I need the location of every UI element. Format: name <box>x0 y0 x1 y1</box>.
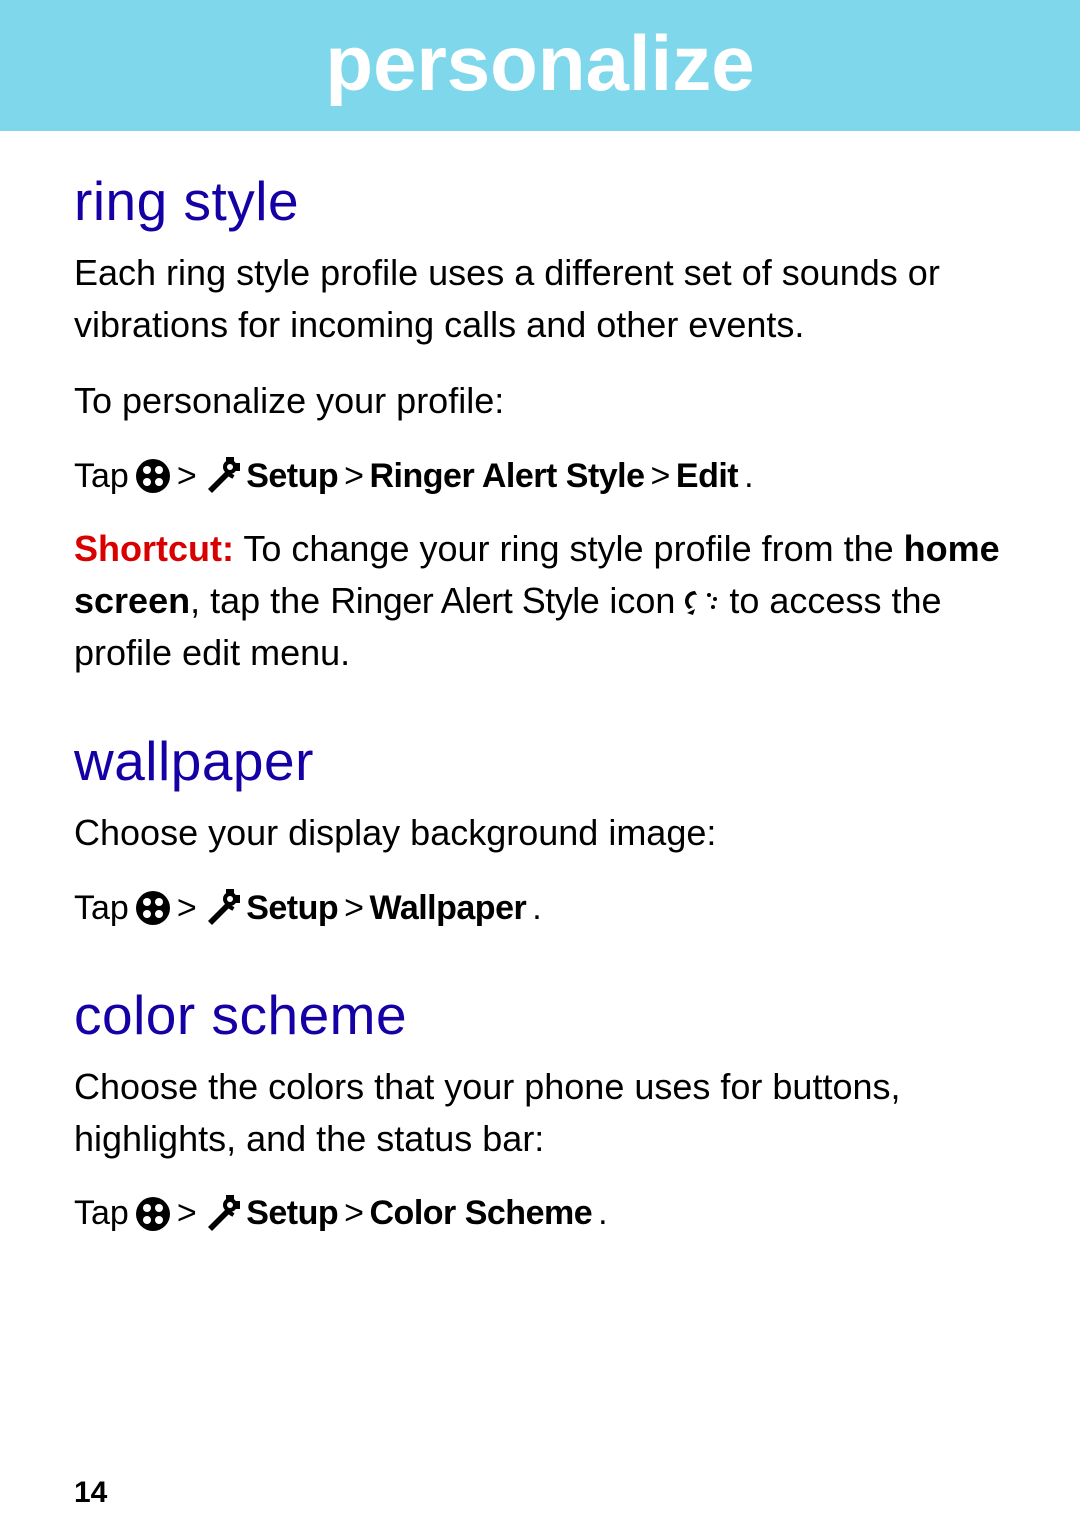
setup-label: Setup <box>246 884 338 933</box>
tap-label: Tap <box>74 452 129 501</box>
apps-icon <box>135 458 171 494</box>
shortcut-text: To change your ring style profile from t… <box>234 528 904 569</box>
page-banner: personalize <box>0 0 1080 131</box>
shortcut-text: icon <box>599 580 685 621</box>
setup-label: Setup <box>246 452 338 501</box>
heading-ring-style: ring style <box>74 169 1006 233</box>
page-content: ring style Each ring style profile uses … <box>0 169 1080 1239</box>
page-number: 14 <box>74 1476 107 1510</box>
chevron: > <box>177 452 196 501</box>
wallpaper-label: Wallpaper <box>370 884 527 933</box>
dot: . <box>598 1189 607 1238</box>
setup-icon <box>202 457 240 495</box>
tap-label: Tap <box>74 1189 129 1238</box>
ring-style-desc: Each ring style profile uses a different… <box>74 247 1006 351</box>
ring-style-intro: To personalize your profile: <box>74 375 1006 427</box>
wallpaper-path: Tap > Setup <box>74 884 1006 933</box>
setup-label: Setup <box>246 1189 338 1238</box>
dot: . <box>532 884 541 933</box>
chevron: > <box>344 884 363 933</box>
chevron: > <box>651 452 670 501</box>
apps-icon <box>135 1196 171 1232</box>
setup-icon <box>202 1195 240 1233</box>
color-scheme-path: Tap > Setup <box>74 1189 1006 1238</box>
wallpaper-desc: Choose your display background image: <box>74 807 1006 859</box>
setup-icon <box>202 889 240 927</box>
ring-icon <box>685 587 719 617</box>
ringer-alert-label: Ringer Alert Style <box>370 452 645 501</box>
ringer-alert-inline: Ringer Alert Style <box>330 580 599 621</box>
ring-style-path: Tap > Setup <box>74 452 1006 501</box>
heading-color-scheme: color scheme <box>74 983 1006 1047</box>
chevron: > <box>344 452 363 501</box>
banner-title: personalize <box>325 19 754 107</box>
chevron: > <box>344 1189 363 1238</box>
tap-label: Tap <box>74 884 129 933</box>
shortcut-label: Shortcut: <box>74 528 234 569</box>
dot: . <box>744 452 753 501</box>
color-scheme-desc: Choose the colors that your phone uses f… <box>74 1061 1006 1165</box>
heading-wallpaper: wallpaper <box>74 729 1006 793</box>
chevron: > <box>177 884 196 933</box>
chevron: > <box>177 1189 196 1238</box>
apps-icon <box>135 890 171 926</box>
edit-label: Edit <box>676 452 738 501</box>
ring-style-shortcut: Shortcut: To change your ring style prof… <box>74 523 1006 680</box>
shortcut-text: , tap the <box>190 580 330 621</box>
color-scheme-label: Color Scheme <box>370 1189 593 1238</box>
